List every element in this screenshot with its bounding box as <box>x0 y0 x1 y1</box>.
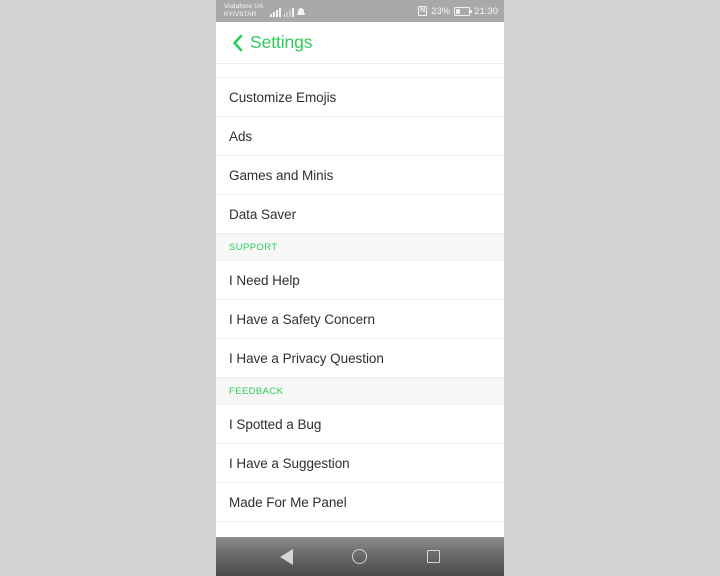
list-item[interactable]: I Have a Privacy Question <box>216 339 504 378</box>
list-top-spacer <box>216 64 504 78</box>
section-header-label: FEEDBACK <box>229 386 284 397</box>
status-bar-right: N 23% 21:30 <box>418 6 498 17</box>
list-item-label: Games and Minis <box>229 167 334 183</box>
nfc-icon: N <box>418 6 428 16</box>
list-item-label: Ads <box>229 128 253 144</box>
square-recents-icon[interactable] <box>416 540 450 574</box>
list-item-label: Customize Emojis <box>229 89 337 105</box>
carrier-label: Vodafone UA KYIVSTAR <box>224 3 263 20</box>
settings-list[interactable]: Customize Emojis Ads Games and Minis Dat… <box>216 64 504 537</box>
list-item-label: Data Saver <box>229 206 297 222</box>
page-title: Settings <box>250 32 313 52</box>
list-item[interactable]: Games and Minis <box>216 156 504 195</box>
list-item[interactable]: Made For Me Panel <box>216 483 504 522</box>
list-item-label: Made For Me Panel <box>229 494 347 510</box>
signal-bars-icon-2 <box>283 7 294 17</box>
triangle-back-icon[interactable] <box>270 540 304 574</box>
battery-icon <box>454 6 473 16</box>
android-navigation-bar <box>216 537 504 576</box>
phone-screen: Vodafone UA KYIVSTAR N 23% 21:30 Setting… <box>216 0 504 576</box>
clock-label: 21:30 <box>474 5 498 17</box>
status-bar: Vodafone UA KYIVSTAR N 23% 21:30 <box>216 0 504 22</box>
list-item[interactable]: I Have a Safety Concern <box>216 300 504 339</box>
status-bar-icons <box>270 6 305 17</box>
screenshot-stage: Vodafone UA KYIVSTAR N 23% 21:30 Setting… <box>0 0 720 576</box>
battery-percent-label: 23% <box>431 5 451 17</box>
carrier-line-1: Vodafone UA <box>224 2 264 10</box>
list-item-label: I Need Help <box>229 272 300 288</box>
list-item-label: I Spotted a Bug <box>229 416 322 432</box>
list-item[interactable]: Customize Emojis <box>216 78 504 117</box>
section-header-feedback: FEEDBACK <box>216 378 504 405</box>
signal-bars-icon-1 <box>270 7 281 17</box>
app-header: Settings <box>216 22 504 64</box>
section-header-support: SUPPORT <box>216 234 504 261</box>
list-item[interactable]: Ads <box>216 117 504 156</box>
circle-home-icon[interactable] <box>343 540 377 574</box>
list-item-label: I Have a Privacy Question <box>229 350 384 366</box>
bell-icon <box>296 7 305 17</box>
list-item[interactable]: I Need Help <box>216 261 504 300</box>
list-item[interactable]: I Spotted a Bug <box>216 405 504 444</box>
list-item[interactable]: I Have a Suggestion <box>216 444 504 483</box>
carrier-line-2: KYIVSTAR <box>224 11 257 18</box>
list-item-label: I Have a Safety Concern <box>229 311 375 327</box>
list-item-label: I Have a Suggestion <box>229 455 350 471</box>
section-header-label: SUPPORT <box>229 242 278 253</box>
list-item[interactable]: Data Saver <box>216 195 504 234</box>
chevron-left-icon[interactable] <box>230 33 244 53</box>
